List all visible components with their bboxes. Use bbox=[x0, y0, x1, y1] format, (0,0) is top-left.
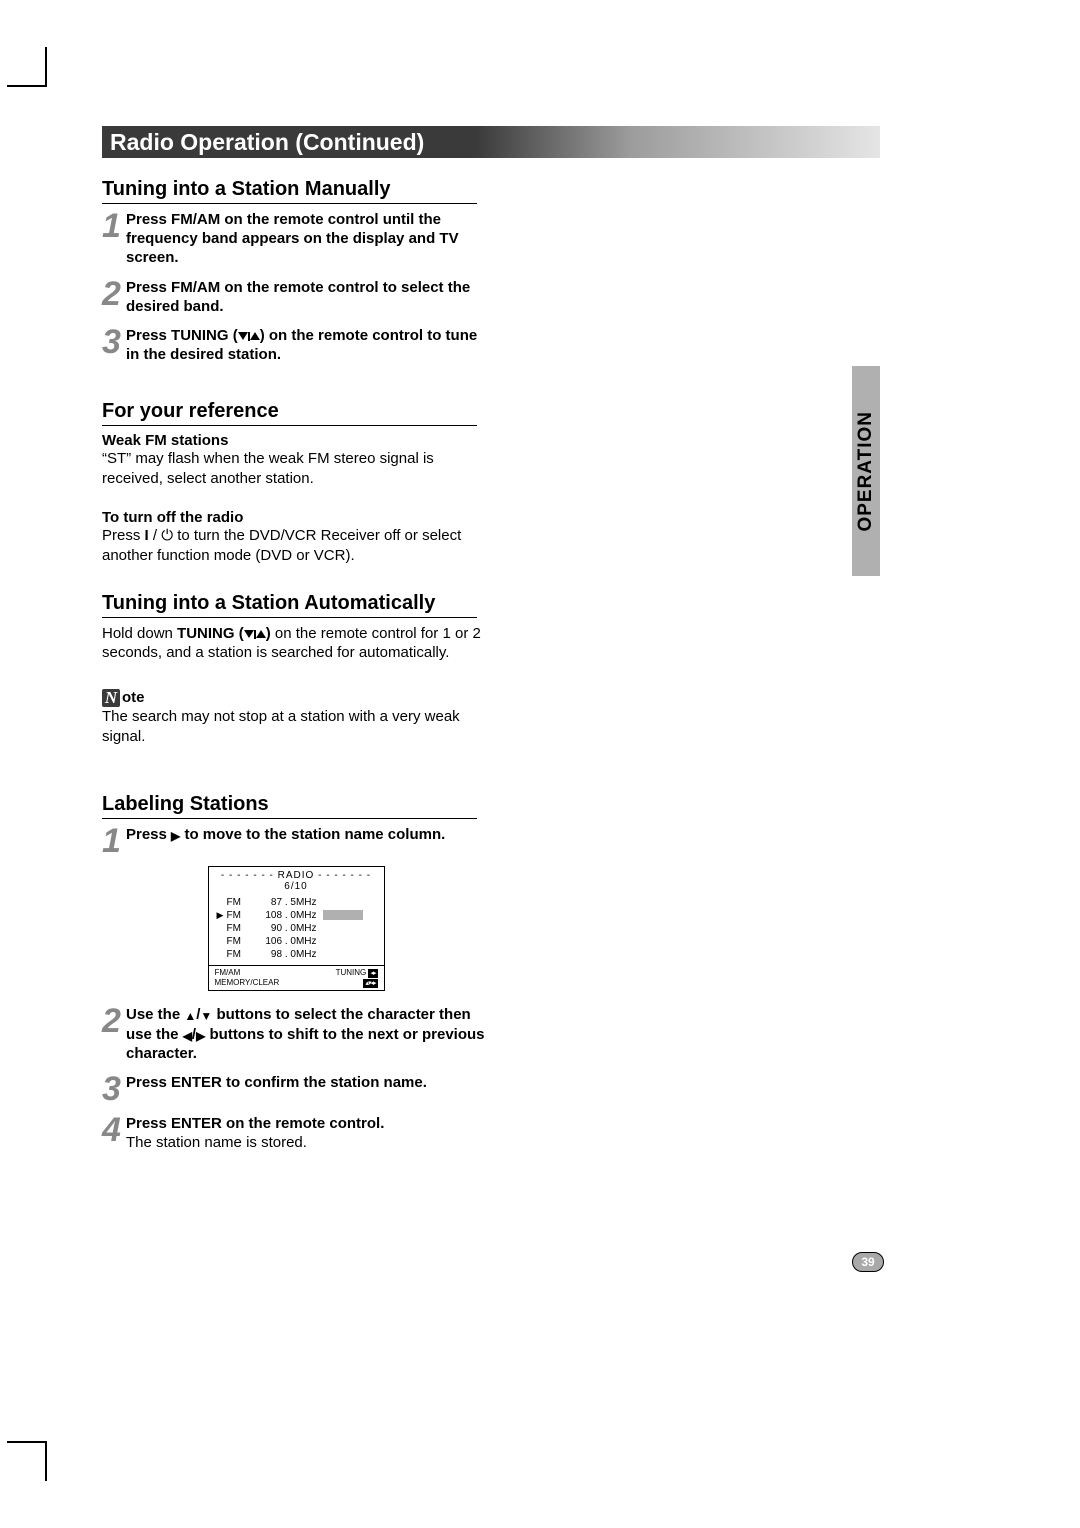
side-tab-label: OPERATION bbox=[855, 411, 877, 532]
page-number: 39 bbox=[852, 1252, 884, 1272]
step-text: Press ENTER to confirm the station name. bbox=[124, 1073, 427, 1104]
row-name-field bbox=[323, 910, 363, 920]
crop-mark bbox=[7, 85, 47, 87]
section-side-tab: OPERATION bbox=[852, 366, 880, 576]
body-text: Press I / ⏻ to turn the DVD/VCR Receiver… bbox=[102, 526, 490, 566]
left-right-icon: ◂▸ bbox=[368, 969, 377, 978]
body-text: Hold down TUNING () on the remote contro… bbox=[102, 624, 490, 664]
right-triangle-icon: ▶ bbox=[171, 830, 180, 842]
radio-row: FM106 . 0MHz bbox=[217, 935, 376, 948]
page-title-bar: Radio Operation (Continued) bbox=[102, 126, 880, 158]
section-heading-labeling: Labeling Stations bbox=[102, 793, 477, 819]
radio-footer-memory-clear: MEMORY/CLEAR bbox=[215, 978, 280, 988]
radio-osd-panel: - - - - - - - RADIO - - - - - - - 6/10 F… bbox=[208, 866, 385, 992]
step-number: 1 bbox=[102, 825, 124, 856]
row-frequency: 90 . 0MHz bbox=[249, 923, 323, 934]
subheading-weak-fm: Weak FM stations bbox=[102, 432, 490, 449]
row-band: FM bbox=[227, 923, 249, 934]
radio-panel-header: - - - - - - - RADIO - - - - - - - 6/10 bbox=[209, 867, 384, 894]
step-number: 3 bbox=[102, 1073, 124, 1104]
right-triangle-icon: ▶ bbox=[196, 1030, 205, 1042]
step-text: Press ▶ to move to the station name colu… bbox=[124, 825, 445, 856]
section-heading-auto: Tuning into a Station Automatically bbox=[102, 592, 477, 618]
row-band: FM bbox=[227, 897, 249, 908]
row-band: FM bbox=[227, 936, 249, 947]
row-selector-icon: ▶ bbox=[217, 910, 227, 921]
row-band: FM bbox=[227, 910, 249, 921]
step-item: 2 Use the ▲/▼ buttons to select the char… bbox=[102, 1005, 490, 1063]
note-body: The search may not stop at a station wit… bbox=[102, 707, 490, 747]
row-name-field bbox=[323, 923, 363, 933]
subheading-turn-off: To turn off the radio bbox=[102, 509, 490, 526]
crop-mark bbox=[45, 1443, 47, 1481]
step-text: Use the ▲/▼ buttons to select the charac… bbox=[124, 1005, 490, 1063]
step-number: 1 bbox=[102, 210, 124, 268]
radio-footer-fm-am: FM/AM bbox=[215, 968, 280, 978]
step-text: Press TUNING () on the remote control to… bbox=[124, 326, 490, 364]
step-item: 3 Press ENTER to confirm the station nam… bbox=[102, 1073, 490, 1104]
radio-row: FM90 . 0MHz bbox=[217, 922, 376, 935]
page-number-badge: 39 bbox=[852, 1252, 880, 1272]
row-frequency: 108 . 0MHz bbox=[249, 910, 323, 921]
row-band: FM bbox=[227, 949, 249, 960]
step-item: 1 Press ▶ to move to the station name co… bbox=[102, 825, 490, 856]
row-frequency: 87 . 5MHz bbox=[249, 897, 323, 908]
radio-row: FM98 . 0MHz bbox=[217, 948, 376, 961]
section-heading-reference: For your reference bbox=[102, 400, 477, 426]
step-number: 4 bbox=[102, 1114, 124, 1152]
radio-row: ▶FM108 . 0MHz bbox=[217, 909, 376, 922]
left-triangle-icon: ◀ bbox=[183, 1030, 192, 1042]
row-frequency: 106 . 0MHz bbox=[249, 936, 323, 947]
note-ote-text: ote bbox=[122, 689, 145, 707]
step-number: 3 bbox=[102, 326, 124, 364]
section-heading-manual: Tuning into a Station Manually bbox=[102, 178, 477, 204]
row-name-field bbox=[323, 949, 363, 959]
note-n-icon: N bbox=[102, 689, 120, 707]
step-item: 2 Press FM/AM on the remote control to s… bbox=[102, 278, 490, 316]
step-item: 1 Press FM/AM on the remote control unti… bbox=[102, 210, 490, 268]
body-text: “ST” may flash when the weak FM stereo s… bbox=[102, 449, 490, 489]
step-text: Press ENTER on the remote control. The s… bbox=[124, 1114, 384, 1152]
radio-footer-tuning: TUNING bbox=[336, 968, 367, 977]
row-name-field bbox=[323, 897, 363, 907]
page-content: Radio Operation (Continued) OPERATION Tu… bbox=[102, 126, 880, 1162]
step-text: Press FM/AM on the remote control until … bbox=[124, 210, 490, 268]
note-heading: N ote bbox=[102, 689, 490, 707]
row-name-field bbox=[323, 936, 363, 946]
arrows-icon: ▴▾◂▸ bbox=[363, 979, 377, 988]
tuning-down-up-icon bbox=[244, 630, 266, 640]
step-item: 4 Press ENTER on the remote control. The… bbox=[102, 1114, 490, 1152]
step-item: 3 Press TUNING () on the remote control … bbox=[102, 326, 490, 364]
step-text: Press FM/AM on the remote control to sel… bbox=[124, 278, 490, 316]
radio-row: FM87 . 5MHz bbox=[217, 896, 376, 909]
down-triangle-icon: ▼ bbox=[200, 1010, 212, 1022]
step-number: 2 bbox=[102, 1005, 124, 1063]
tuning-down-up-icon bbox=[238, 332, 260, 342]
crop-mark bbox=[7, 1441, 47, 1443]
up-triangle-icon: ▲ bbox=[184, 1010, 196, 1022]
row-frequency: 98 . 0MHz bbox=[249, 949, 323, 960]
crop-mark bbox=[45, 47, 47, 85]
step-number: 2 bbox=[102, 278, 124, 316]
power-icon: ⏻ bbox=[161, 527, 173, 544]
